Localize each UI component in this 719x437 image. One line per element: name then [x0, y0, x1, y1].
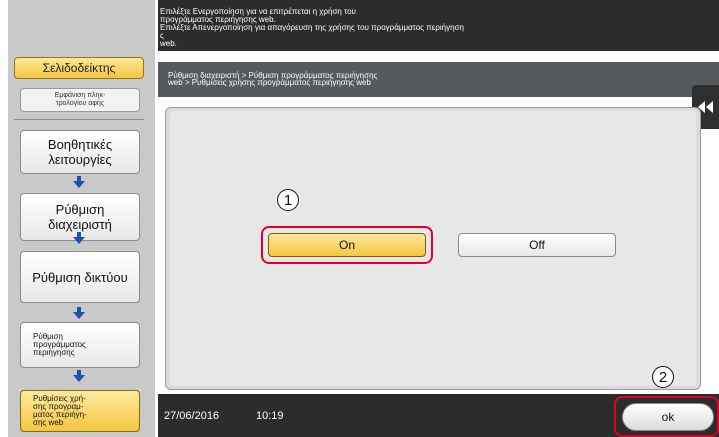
- settings-path: Ρύθμιση διαχειριστή > Ρύθμιση προγράμματ…: [158, 62, 719, 97]
- instruction-message: Επιλέξτε Ενεργοποίηση για να επιτρέπεται…: [158, 0, 719, 51]
- off-button[interactable]: Off: [458, 233, 616, 257]
- nav-network-settings[interactable]: Ρύθμιση δικτύου: [20, 251, 140, 303]
- nav-browser-settings[interactable]: Ρύθμιση προγράμματος περιήγησης: [20, 322, 140, 368]
- bookmark-button[interactable]: Σελιδοδείκτης: [14, 57, 144, 79]
- ok-label: ok: [661, 410, 675, 424]
- arrow-down-icon: [73, 307, 85, 319]
- arrow-down-icon: [73, 176, 85, 188]
- callout-step-1: 1: [277, 189, 299, 211]
- arrow-down-icon: [73, 370, 85, 382]
- off-label: Off: [529, 238, 545, 252]
- nav-utility-functions[interactable]: Βοηθητικές λειτουργίες: [20, 130, 140, 174]
- settings-panel-body: [170, 111, 696, 386]
- sidebar-divider: [14, 119, 144, 120]
- time-display: 10:19: [256, 410, 284, 422]
- ok-button[interactable]: ok: [622, 403, 714, 431]
- callout-step-2: 2: [652, 366, 674, 388]
- on-button[interactable]: On: [268, 233, 426, 257]
- on-label: On: [338, 238, 355, 252]
- touch-keypad-button[interactable]: Εμφάνιση πληκ- τρολογίου αφής: [20, 88, 140, 112]
- date-display: 27/06/2016: [164, 410, 220, 422]
- nav-browser-usage-settings[interactable]: Ρυθμίσεις χρή- σης προγραμ- ματος περιήγ…: [20, 390, 140, 432]
- bookmark-label: Σελιδοδείκτης: [42, 61, 116, 75]
- arrow-down-icon: [73, 232, 85, 244]
